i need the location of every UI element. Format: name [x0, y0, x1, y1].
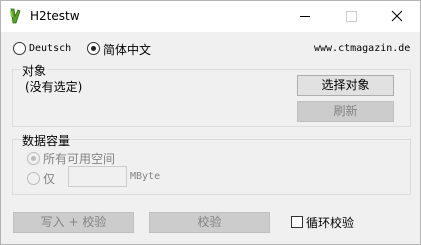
radio-all-space-label: 所有可用空间 — [43, 152, 116, 166]
size-input — [68, 166, 127, 187]
radio-deutsch[interactable] — [13, 42, 26, 55]
loop-verify-checkbox[interactable] — [291, 216, 303, 228]
radio-deutsch-label: Deutsch — [29, 43, 72, 54]
radio-only-label: 仅 — [43, 172, 56, 186]
title-bar: H2testw — [1, 1, 420, 32]
app-icon — [10, 8, 21, 24]
data-volume-group-label: 数据容量 — [21, 132, 72, 149]
maximize-icon — [346, 11, 357, 22]
radio-chinese-label: 简体中文 — [103, 43, 152, 57]
radio-chinese[interactable] — [87, 42, 100, 55]
minimize-button[interactable] — [282, 1, 328, 32]
target-status: (没有选定) — [25, 80, 83, 94]
radio-only — [27, 172, 40, 185]
close-icon — [391, 10, 403, 22]
close-button[interactable] — [374, 1, 420, 32]
target-group-label: 对象 — [21, 62, 48, 79]
select-target-button[interactable]: 选择对象 — [297, 75, 394, 96]
write-verify-button: 写入 + 校验 — [13, 212, 134, 233]
verify-button: 校验 — [149, 212, 270, 233]
window-title: H2testw — [30, 9, 80, 23]
size-unit-label: MByte — [130, 171, 161, 182]
loop-verify-label: 循环校验 — [306, 216, 355, 230]
refresh-button: 刷新 — [297, 101, 394, 122]
minimize-icon — [300, 16, 310, 17]
maximize-button — [328, 1, 374, 32]
website-label: www.ctmagazin.de — [314, 43, 411, 54]
radio-all-space — [27, 152, 40, 165]
app-window: H2testw Deutsch 简体中文 www.ctmagazin.de 对象… — [0, 0, 421, 245]
